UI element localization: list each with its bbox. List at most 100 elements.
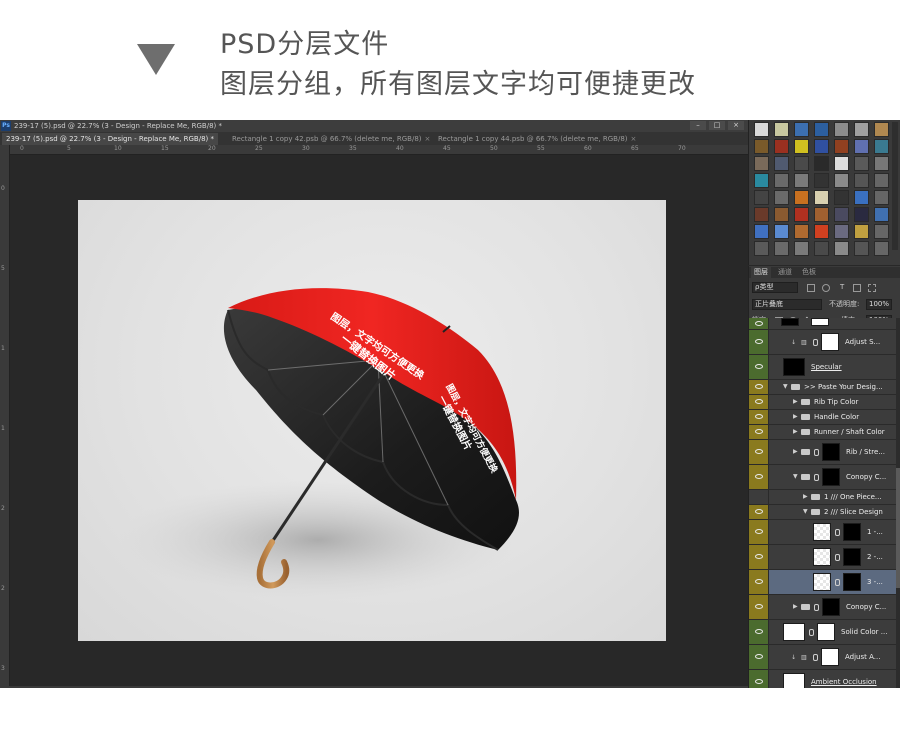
minimize-button[interactable]: –: [690, 121, 706, 130]
mask-thumbnail[interactable]: [843, 573, 861, 591]
style-swatch[interactable]: [754, 190, 769, 205]
tab-layers[interactable]: 图层: [751, 267, 771, 278]
style-swatch[interactable]: [774, 173, 789, 188]
layer-row[interactable]: ▶ Handle Color: [749, 410, 897, 425]
visibility-toggle[interactable]: [749, 380, 769, 394]
layer-row[interactable]: ▶ 1 /// One Piece...: [749, 490, 897, 505]
layer-row[interactable]: Ambient Occlusion: [749, 670, 897, 688]
tab-close-icon[interactable]: ×: [425, 135, 431, 143]
layer-row[interactable]: ▶ Rib Tip Color: [749, 395, 897, 410]
layer-row[interactable]: [749, 318, 897, 330]
style-swatch[interactable]: [834, 207, 849, 222]
style-swatch[interactable]: [854, 224, 869, 239]
mask-thumbnail[interactable]: [821, 648, 839, 666]
style-swatch[interactable]: [814, 139, 829, 154]
style-swatch[interactable]: [754, 207, 769, 222]
visibility-toggle[interactable]: [749, 520, 769, 544]
collapse-icon[interactable]: ▼: [803, 509, 808, 515]
visibility-toggle[interactable]: [749, 410, 769, 424]
link-icon[interactable]: [835, 554, 840, 561]
visibility-toggle[interactable]: [749, 505, 769, 519]
link-icon[interactable]: [835, 579, 840, 586]
filter-type-select[interactable]: ρ类型: [752, 282, 798, 293]
style-swatch[interactable]: [834, 224, 849, 239]
style-swatch[interactable]: [794, 224, 809, 239]
link-icon[interactable]: [809, 629, 814, 636]
visibility-toggle[interactable]: [749, 595, 769, 619]
layer-row[interactable]: ↓ ▥ Adjust A...: [749, 645, 897, 670]
filter-shape-icon[interactable]: [853, 284, 861, 292]
smart-object-thumbnail[interactable]: [813, 523, 831, 541]
style-swatch[interactable]: [754, 241, 769, 256]
style-swatch[interactable]: [874, 241, 889, 256]
link-icon[interactable]: [814, 474, 819, 481]
link-icon[interactable]: [814, 604, 819, 611]
style-swatch[interactable]: [754, 173, 769, 188]
visibility-toggle[interactable]: [749, 395, 769, 409]
style-swatch[interactable]: [834, 190, 849, 205]
style-swatch[interactable]: [774, 190, 789, 205]
visibility-toggle[interactable]: [749, 355, 769, 379]
layer-row[interactable]: ▶ Rib / Stre...: [749, 440, 897, 465]
style-swatch[interactable]: [794, 190, 809, 205]
mask-thumbnail[interactable]: [822, 443, 840, 461]
mask-thumbnail[interactable]: [822, 598, 840, 616]
layer-row[interactable]: ▼ >> Paste Your Desig...: [749, 380, 897, 395]
visibility-toggle[interactable]: [749, 425, 769, 439]
style-swatch[interactable]: [874, 156, 889, 171]
close-button[interactable]: ×: [728, 121, 744, 130]
link-icon[interactable]: [835, 529, 840, 536]
style-swatch[interactable]: [774, 207, 789, 222]
style-swatch[interactable]: [834, 156, 849, 171]
swatches-scrollbar[interactable]: [892, 122, 898, 250]
style-swatch[interactable]: [814, 207, 829, 222]
link-icon[interactable]: [814, 449, 819, 456]
style-swatch[interactable]: [754, 139, 769, 154]
mask-thumbnail[interactable]: [822, 468, 840, 486]
expand-icon[interactable]: ▶: [793, 429, 798, 435]
visibility-toggle[interactable]: [749, 570, 769, 594]
visibility-toggle[interactable]: [749, 440, 769, 464]
expand-icon[interactable]: ▶: [793, 414, 798, 420]
style-swatch[interactable]: [874, 139, 889, 154]
style-swatch[interactable]: [854, 241, 869, 256]
layer-row[interactable]: Specular: [749, 355, 897, 380]
mask-thumbnail[interactable]: [843, 523, 861, 541]
visibility-toggle[interactable]: [749, 465, 769, 489]
collapse-icon[interactable]: ▼: [793, 474, 798, 480]
style-swatch[interactable]: [774, 241, 789, 256]
expand-icon[interactable]: ▶: [803, 494, 808, 500]
style-swatch[interactable]: [854, 122, 869, 137]
visibility-toggle[interactable]: [749, 645, 769, 669]
tab-document-2[interactable]: Rectangle 1 copy 42.psb @ 66.7% (delete …: [228, 133, 434, 145]
style-swatch[interactable]: [814, 122, 829, 137]
filter-adjustment-icon[interactable]: [822, 284, 830, 292]
layer-row[interactable]: 1 -...: [749, 520, 897, 545]
style-swatch[interactable]: [834, 241, 849, 256]
tab-document-3[interactable]: Rectangle 1 copy 44.psb @ 66.7% (delete …: [434, 133, 640, 145]
style-swatch[interactable]: [814, 190, 829, 205]
style-swatch[interactable]: [774, 224, 789, 239]
visibility-toggle[interactable]: [749, 490, 769, 504]
style-swatch[interactable]: [874, 190, 889, 205]
blend-mode-select[interactable]: 正片叠底: [752, 299, 822, 310]
fill-thumbnail[interactable]: [783, 623, 805, 641]
scrollbar-thumb[interactable]: [896, 468, 900, 588]
visibility-toggle[interactable]: [749, 670, 769, 688]
visibility-toggle[interactable]: [749, 330, 769, 354]
layer-row[interactable]: ▶ Runner / Shaft Color: [749, 425, 897, 440]
style-swatch[interactable]: [794, 156, 809, 171]
style-swatch[interactable]: [834, 122, 849, 137]
ruler-vertical[interactable]: 0 5 1 1 2 2 3: [0, 145, 10, 688]
style-swatch[interactable]: [874, 173, 889, 188]
visibility-toggle[interactable]: [749, 545, 769, 569]
smart-object-thumbnail[interactable]: [813, 548, 831, 566]
style-swatch[interactable]: [754, 156, 769, 171]
style-swatch[interactable]: [814, 241, 829, 256]
layer-row[interactable]: 2 -...: [749, 545, 897, 570]
layer-row[interactable]: Solid Color ...: [749, 620, 897, 645]
style-swatch[interactable]: [794, 173, 809, 188]
expand-icon[interactable]: ▶: [793, 399, 798, 405]
style-swatch[interactable]: [854, 173, 869, 188]
layer-row[interactable]: 3 -...: [749, 570, 897, 595]
